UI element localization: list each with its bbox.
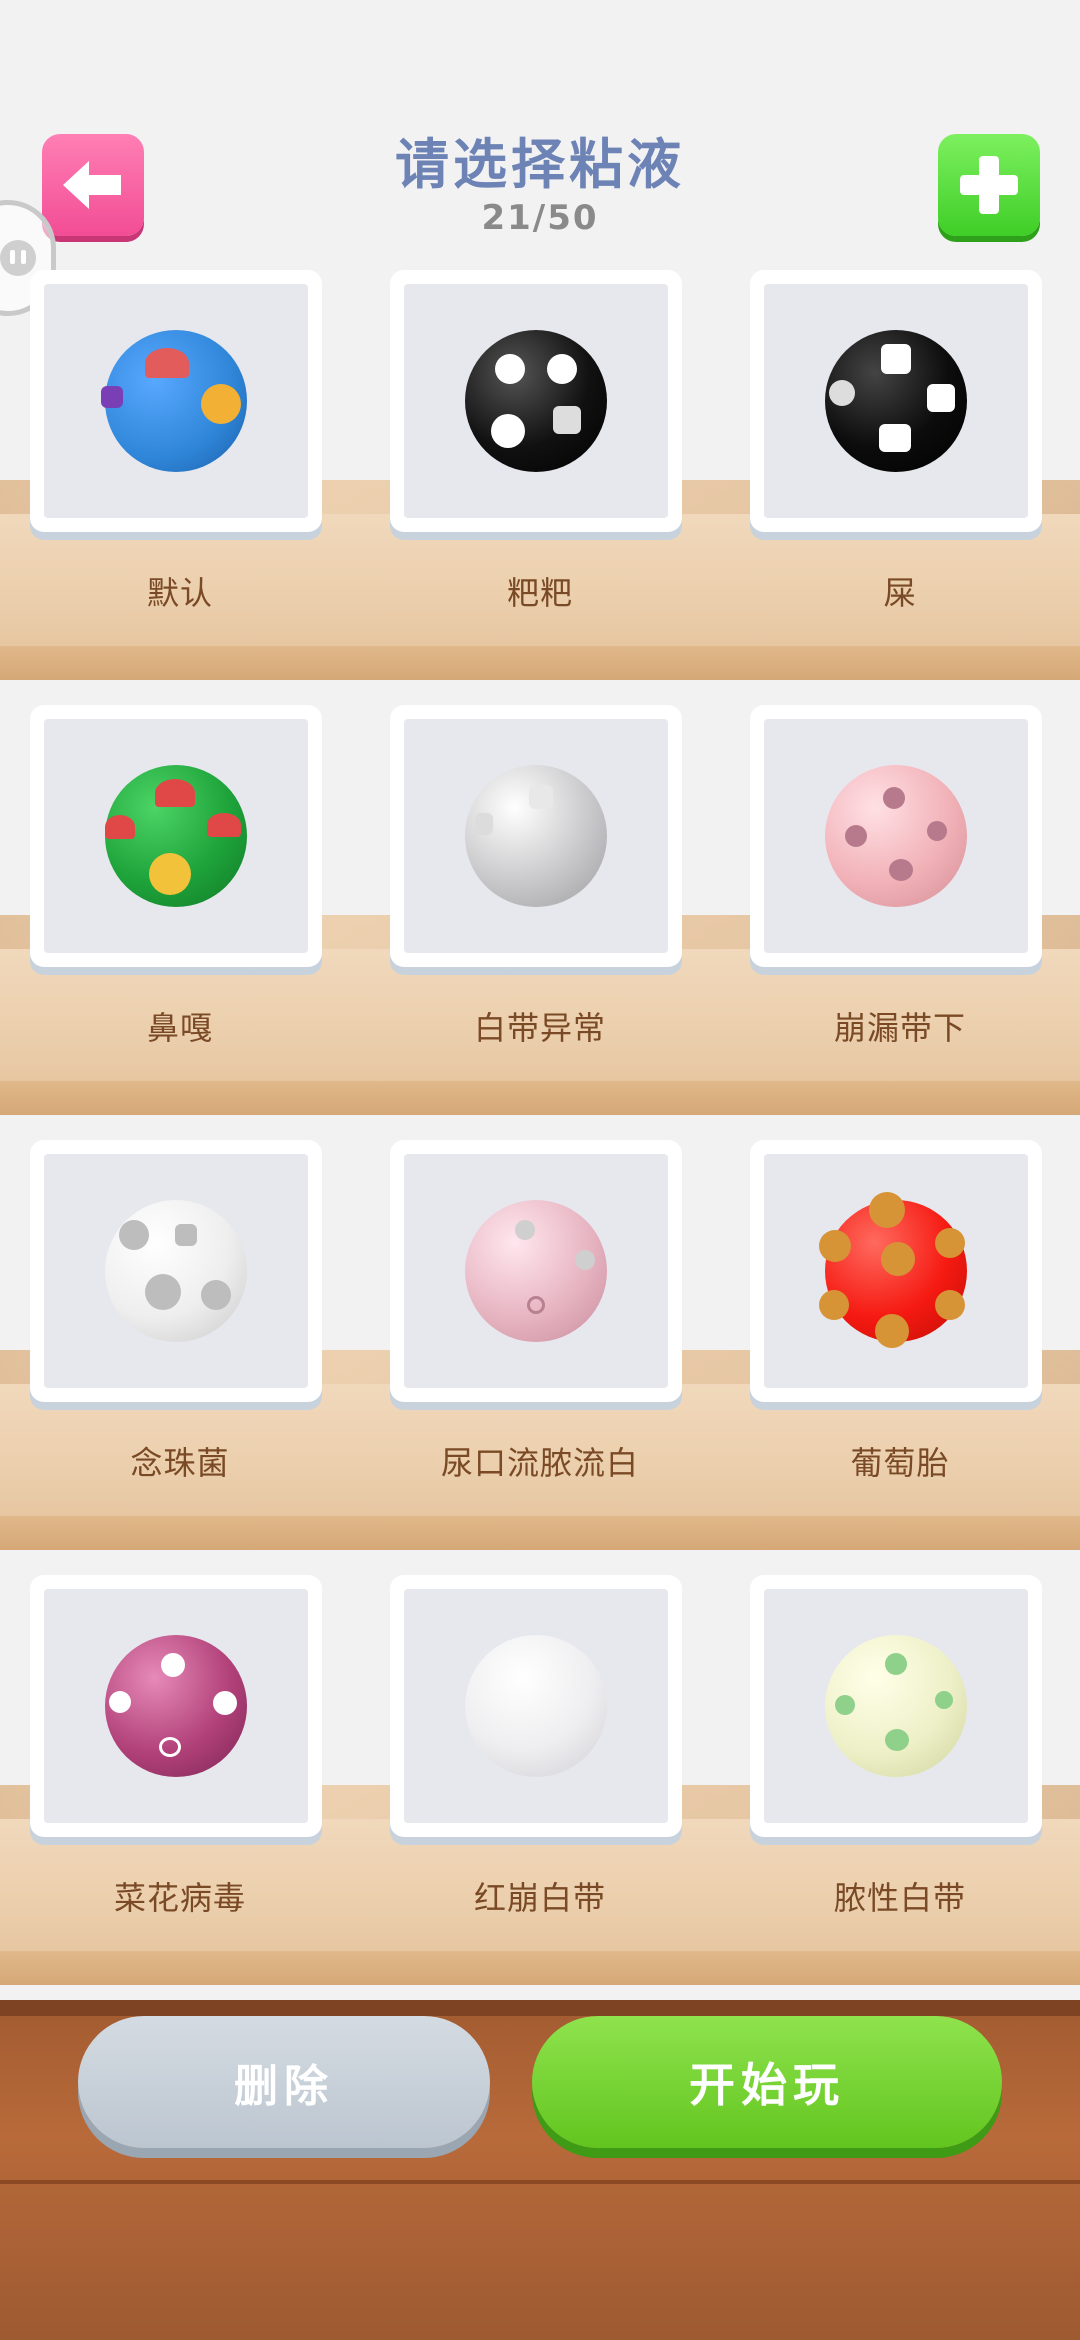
slime-ball: [105, 1200, 247, 1342]
slime-card-purulent-discharge[interactable]: [750, 1575, 1042, 1837]
slime-label: 脓性白带: [833, 1879, 966, 1917]
slime-ball: [101, 330, 247, 472]
add-button[interactable]: [938, 134, 1040, 236]
slime-card-booger[interactable]: [30, 705, 322, 967]
slime-label: 葡萄胎: [850, 1444, 950, 1482]
bar-edge: [0, 2000, 1080, 2016]
slime-label: 菜花病毒: [113, 1879, 246, 1917]
slime-card-metrorrhagia[interactable]: [750, 705, 1042, 967]
slime-ball: [465, 1200, 607, 1342]
slime-label: 屎: [883, 574, 917, 612]
slime-counter: 21/50: [481, 198, 599, 238]
bar-divider: [0, 2180, 1080, 2184]
slime-label: 尿口流脓流白: [440, 1444, 639, 1482]
slime-ball: [825, 330, 967, 472]
slime-card-hydatidiform-mole[interactable]: [750, 1140, 1042, 1402]
slime-label: 红崩白带: [473, 1879, 606, 1917]
plus-icon: [960, 156, 1018, 214]
slime-card-shit[interactable]: [750, 270, 1042, 532]
slime-card-urethral-pus[interactable]: [390, 1140, 682, 1402]
start-play-button[interactable]: 开始玩: [532, 2016, 1002, 2148]
slime-ball: [105, 765, 247, 907]
assistive-touch-icon: [0, 240, 36, 276]
slime-ball: [105, 1635, 247, 1777]
delete-button[interactable]: 删除: [78, 2016, 490, 2148]
slime-card-poop[interactable]: [390, 270, 682, 532]
header: 请选择粘液 21/50: [0, 0, 1080, 260]
slime-label: 默认: [146, 574, 213, 612]
slime-label: 崩漏带下: [833, 1009, 966, 1047]
slime-card-candida[interactable]: [30, 1140, 322, 1402]
slime-label: 念珠菌: [130, 1444, 230, 1482]
page-title: 请选择粘液: [395, 133, 685, 196]
slime-ball: [825, 1635, 967, 1777]
slime-ball: [465, 1635, 607, 1777]
slime-card-red-white-discharge[interactable]: [390, 1575, 682, 1837]
slime-ball: [465, 765, 607, 907]
slime-card-default[interactable]: [30, 270, 322, 532]
slime-label: 鼻嘎: [146, 1009, 213, 1047]
slime-card-abnormal-discharge[interactable]: [390, 705, 682, 967]
slime-ball: [465, 330, 607, 472]
slime-ball: [819, 1192, 967, 1348]
slime-ball: [825, 765, 967, 907]
slime-label: 白带异常: [473, 1009, 606, 1047]
slime-label: 粑粑: [506, 574, 573, 612]
slime-card-genital-warts[interactable]: [30, 1575, 322, 1837]
